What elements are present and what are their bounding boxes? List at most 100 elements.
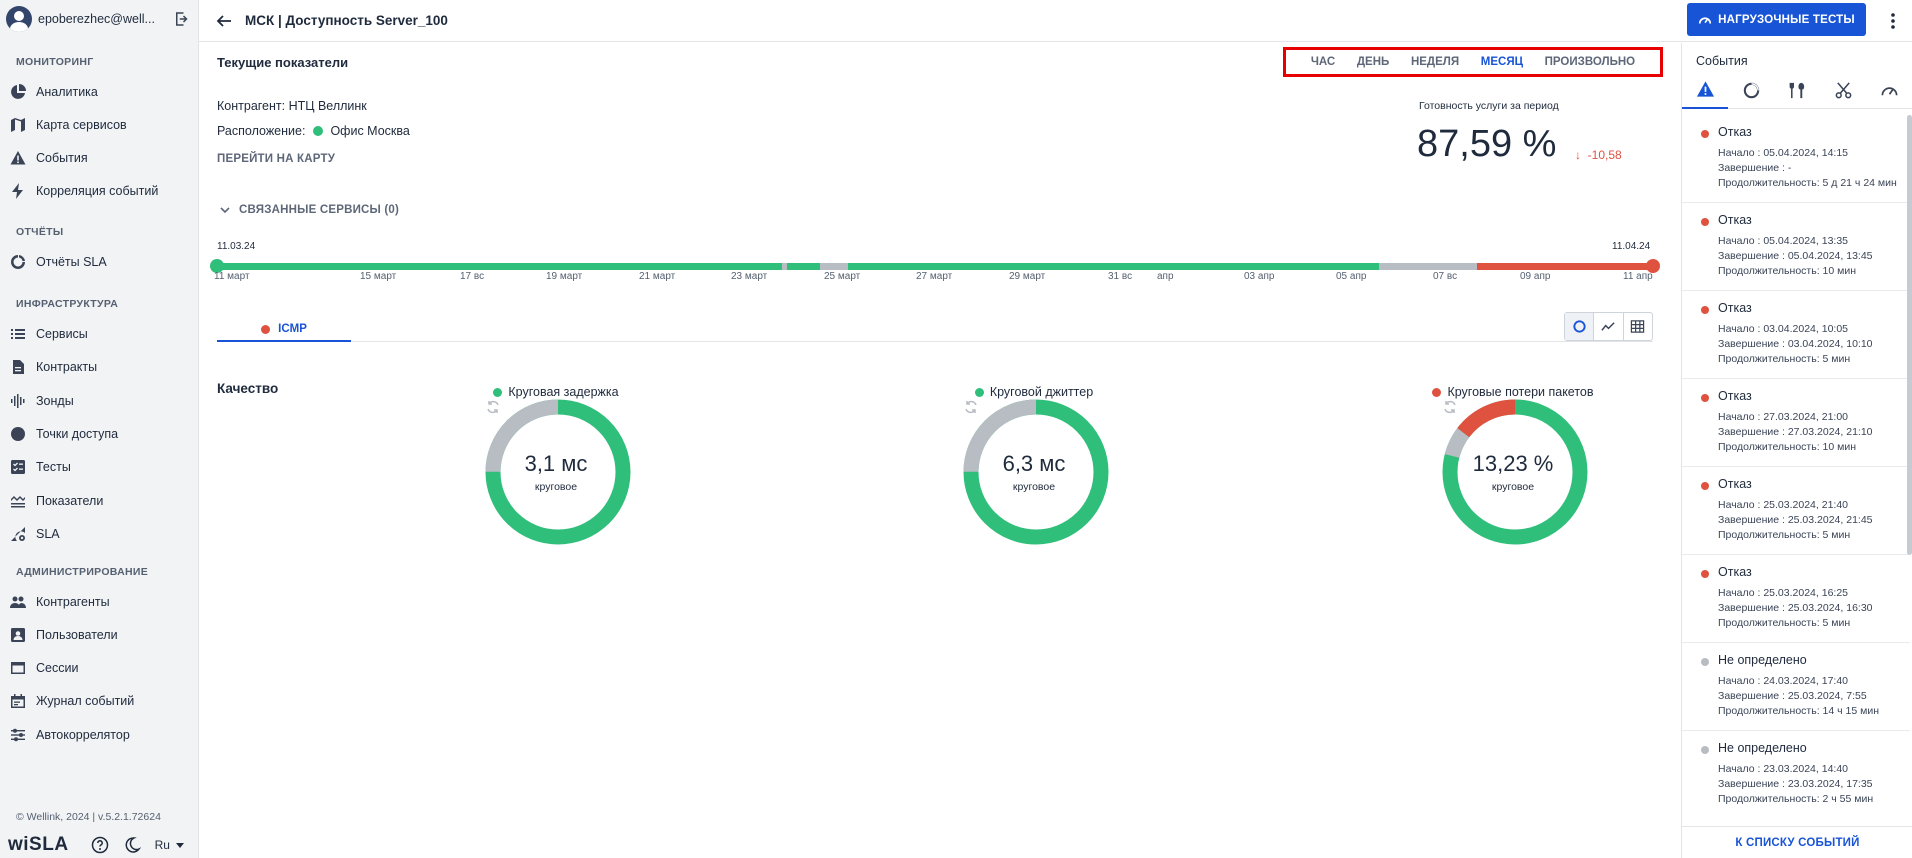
timeline-segment-unknown — [1379, 263, 1477, 270]
donut-icon — [1743, 82, 1759, 98]
event-duration: Продолжительность: 2 ч 55 мин — [1718, 793, 1874, 805]
nav-section-administration: АДМИНИСТРИРОВАНИЕ — [16, 566, 149, 578]
gauge-sub: круговое — [1491, 481, 1535, 493]
location-value: Офис Москва — [330, 124, 410, 138]
refresh-icon[interactable] — [1442, 399, 1458, 415]
events-tab-sla[interactable] — [1728, 71, 1774, 109]
period-tab-hour[interactable]: ЧАС — [1311, 56, 1335, 68]
availability-value: 87,59 % — [1417, 123, 1557, 165]
sidebar-item-contractors[interactable]: Контрагенты — [0, 588, 199, 616]
view-switcher — [1564, 312, 1653, 341]
moon-icon[interactable] — [123, 836, 141, 854]
sidebar-item-autocorrelator[interactable]: Автокоррелятор — [0, 721, 199, 749]
sidebar-item-event-correlation[interactable]: Корреляция событий — [0, 177, 199, 205]
pie-chart-icon — [10, 84, 26, 100]
help-icon[interactable] — [91, 836, 109, 854]
sidebar-item-sla-reports[interactable]: Отчёты SLA — [0, 248, 199, 276]
gauge-round-trip-jitter[interactable]: Круговой джиттер 6,3 мс круговое — [934, 385, 1134, 545]
event-status: Не определено — [1718, 741, 1807, 755]
logout-icon[interactable] — [173, 10, 191, 28]
sidebar-item-services[interactable]: Сервисы — [0, 320, 199, 348]
avatar[interactable] — [6, 6, 32, 32]
related-services-toggle[interactable]: СВЯЗАННЫЕ СЕРВИСЫ (0) — [219, 204, 399, 216]
timeline-tick-label: 19 март — [546, 271, 583, 282]
events-list-link[interactable]: К СПИСКУ СОБЫТИЙ — [1682, 826, 1912, 858]
sidebar-item-sessions[interactable]: Сессии — [0, 654, 199, 682]
event-end: Завершение : 27.03.2024, 21:10 — [1718, 426, 1873, 438]
sidebar-item-label: Зонды — [36, 394, 74, 408]
view-line-button[interactable] — [1594, 313, 1624, 340]
sidebar-item-tests[interactable]: Тесты — [0, 453, 199, 481]
language-select[interactable]: Ru — [155, 838, 184, 852]
language-value: Ru — [154, 838, 170, 852]
list-item[interactable]: Отказ Начало : 05.04.2024, 14:15 Заверше… — [1682, 115, 1910, 203]
gauge-round-trip-packet-loss[interactable]: Круговые потери пакетов 13,23 % круговое — [1413, 385, 1613, 545]
sidebar-item-events[interactable]: События — [0, 144, 199, 172]
list-item[interactable]: Отказ Начало : 27.03.2024, 21:00 Заверше… — [1682, 379, 1910, 467]
events-tab-load[interactable] — [1866, 71, 1912, 109]
event-end: Завершение : 25.03.2024, 21:45 — [1718, 514, 1873, 526]
sidebar-item-label: Отчёты SLA — [36, 255, 107, 269]
map-icon — [10, 117, 26, 133]
user-row[interactable]: epoberezhec@well... — [0, 0, 199, 38]
related-services-label: СВЯЗАННЫЕ СЕРВИСЫ (0) — [239, 204, 400, 216]
back-arrow-icon[interactable] — [215, 12, 233, 30]
sidebar-item-access-points[interactable]: Точки доступа — [0, 420, 199, 448]
view-table-button[interactable] — [1624, 313, 1652, 340]
gauge-round-trip-delay[interactable]: Круговая задержка 3,1 мс круговое — [456, 385, 656, 545]
event-duration: Продолжительность: 5 мин — [1718, 353, 1851, 365]
list-item[interactable]: Отказ Начало : 03.04.2024, 10:05 Заверше… — [1682, 291, 1910, 379]
timeline-segment-ok — [217, 263, 782, 270]
period-tab-week[interactable]: НЕДЕЛЯ — [1411, 56, 1459, 68]
main-content: Текущие показатели ЧАС ДЕНЬ НЕДЕЛЯ МЕСЯЦ… — [199, 43, 1681, 858]
sidebar-item-analytics[interactable]: Аналитика — [0, 78, 199, 106]
availability-timeline[interactable] — [217, 263, 1653, 270]
sidebar-item-probes[interactable]: Зонды — [0, 387, 199, 415]
load-tests-button[interactable]: НАГРУЗОЧНЫЕ ТЕСТЫ — [1687, 3, 1866, 36]
period-tab-month[interactable]: МЕСЯЦ — [1481, 56, 1523, 68]
tab-icmp[interactable]: ICMP — [217, 318, 351, 342]
protocol-tabbar: ICMP — [217, 318, 1653, 342]
more-vertical-icon[interactable] — [1890, 12, 1896, 30]
view-donut-button[interactable] — [1565, 313, 1595, 340]
refresh-icon[interactable] — [485, 399, 501, 415]
timeline-start-date: 11.03.24 — [217, 241, 256, 252]
warning-icon — [1696, 80, 1714, 97]
events-tab-cuts[interactable] — [1820, 71, 1866, 109]
sidebar-item-label: Показатели — [36, 494, 104, 508]
period-tab-custom[interactable]: ПРОИЗВОЛЬНО — [1545, 56, 1635, 68]
period-tab-day[interactable]: ДЕНЬ — [1357, 56, 1389, 68]
timeline-tick-label: 11 март — [214, 271, 250, 282]
sidebar-item-contracts[interactable]: Контракты — [0, 353, 199, 381]
list-item[interactable]: Не определено Начало : 24.03.2024, 17:40… — [1682, 643, 1910, 731]
event-start: Начало : 25.03.2024, 21:40 — [1718, 499, 1848, 511]
list-item[interactable]: Отказ Начало : 25.03.2024, 16:25 Заверше… — [1682, 555, 1910, 643]
user-card-icon — [10, 627, 26, 643]
list-item[interactable]: Не определено Начало : 23.03.2024, 14:40… — [1682, 731, 1910, 810]
events-tab-alarms[interactable] — [1682, 71, 1728, 109]
list-item[interactable]: Отказ Начало : 25.03.2024, 21:40 Заверше… — [1682, 467, 1910, 555]
refresh-icon[interactable] — [963, 399, 979, 415]
tools-icon — [1789, 82, 1804, 98]
sidebar-item-event-log[interactable]: Журнал событий — [0, 687, 199, 715]
event-status: Отказ — [1718, 477, 1752, 491]
lightning-icon — [10, 183, 26, 199]
events-scrollbar[interactable] — [1907, 115, 1912, 555]
sidebar-item-service-map[interactable]: Карта сервисов — [0, 111, 199, 139]
event-duration: Продолжительность: 5 д 21 ч 24 мин — [1718, 177, 1897, 189]
sidebar-item-label: Аналитика — [36, 85, 98, 99]
sidebar-item-indicators[interactable]: Показатели — [0, 487, 199, 515]
list-item[interactable]: Отказ Начало : 05.04.2024, 13:35 Заверше… — [1682, 203, 1910, 291]
sidebar-item-sla[interactable]: SLA — [0, 520, 199, 548]
events-tab-maintenance[interactable] — [1774, 71, 1820, 109]
event-end: Завершение : 03.04.2024, 10:10 — [1718, 338, 1873, 350]
sidebar-item-users[interactable]: Пользователи — [0, 621, 199, 649]
nav-section-monitoring: МОНИТОРИНГ — [16, 56, 94, 68]
nav-section-infrastructure: ИНФРАСТРУКТУРА — [16, 298, 119, 310]
browser-icon — [10, 660, 26, 676]
event-start: Начало : 05.04.2024, 14:15 — [1718, 147, 1848, 159]
go-to-map-link[interactable]: ПЕРЕЙТИ НА КАРТУ — [217, 153, 335, 165]
sidebar-item-label: Контрагенты — [36, 595, 110, 609]
event-status-dot — [1701, 658, 1709, 666]
timeline-end-date: 11.04.24 — [1612, 241, 1651, 252]
